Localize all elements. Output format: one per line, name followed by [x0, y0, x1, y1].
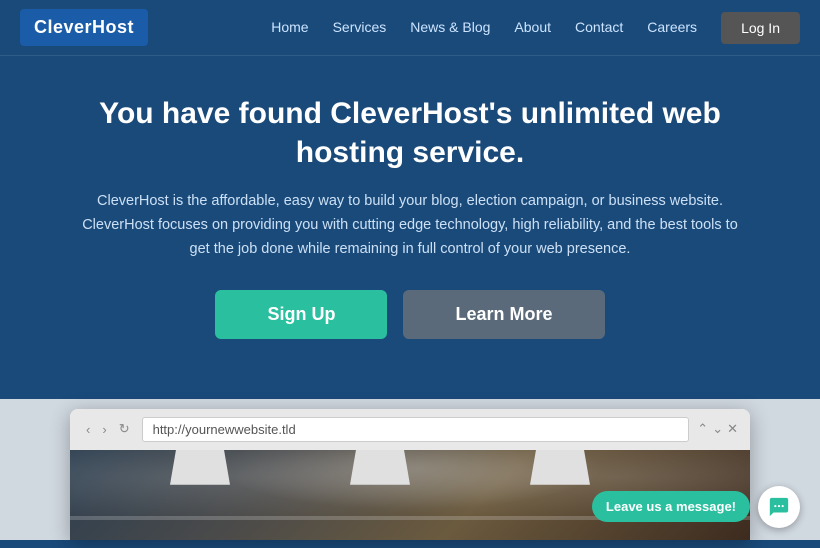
lamp-2: [350, 450, 410, 500]
lamp-3: [530, 450, 590, 500]
logo[interactable]: CleverHost: [20, 9, 148, 46]
signup-button[interactable]: Sign Up: [215, 290, 387, 339]
nav-contact[interactable]: Contact: [575, 19, 623, 35]
browser-nav-controls: ⌃ ⌄ ✕: [697, 421, 738, 437]
nav-about[interactable]: About: [514, 19, 551, 35]
hero-body: CleverHost is the affordable, easy way t…: [80, 190, 740, 262]
refresh-button[interactable]: ↻: [115, 419, 134, 439]
browser-bar: ‹ › ↻ ⌃ ⌄ ✕: [70, 409, 750, 450]
back-button[interactable]: ‹: [82, 420, 94, 439]
logo-text: CleverHost: [34, 17, 134, 38]
up-arrow-icon[interactable]: ⌃: [697, 421, 708, 437]
nav-home[interactable]: Home: [271, 19, 308, 35]
chat-icon[interactable]: [758, 486, 800, 528]
hero-buttons: Sign Up Learn More: [80, 290, 740, 339]
navbar: CleverHost Home Services News & Blog Abo…: [0, 0, 820, 56]
nav-careers[interactable]: Careers: [647, 19, 697, 35]
lamp-1: [170, 450, 230, 500]
nav-services[interactable]: Services: [333, 19, 387, 35]
nav-links: Home Services News & Blog About Contact …: [271, 12, 800, 44]
chat-widget[interactable]: Leave us a message!: [592, 486, 800, 528]
down-arrow-icon[interactable]: ⌄: [712, 421, 723, 437]
learnmore-button[interactable]: Learn More: [403, 290, 604, 339]
nav-news-blog[interactable]: News & Blog: [410, 19, 490, 35]
url-bar[interactable]: [142, 417, 690, 442]
browser-arrows: ‹ › ↻: [82, 419, 134, 439]
forward-button[interactable]: ›: [98, 420, 110, 439]
close-icon[interactable]: ✕: [727, 421, 738, 437]
chat-label[interactable]: Leave us a message!: [592, 491, 750, 522]
login-button[interactable]: Log In: [721, 12, 800, 44]
hero-section: You have found CleverHost's unlimited we…: [0, 56, 820, 399]
hero-headline: You have found CleverHost's unlimited we…: [80, 94, 740, 172]
